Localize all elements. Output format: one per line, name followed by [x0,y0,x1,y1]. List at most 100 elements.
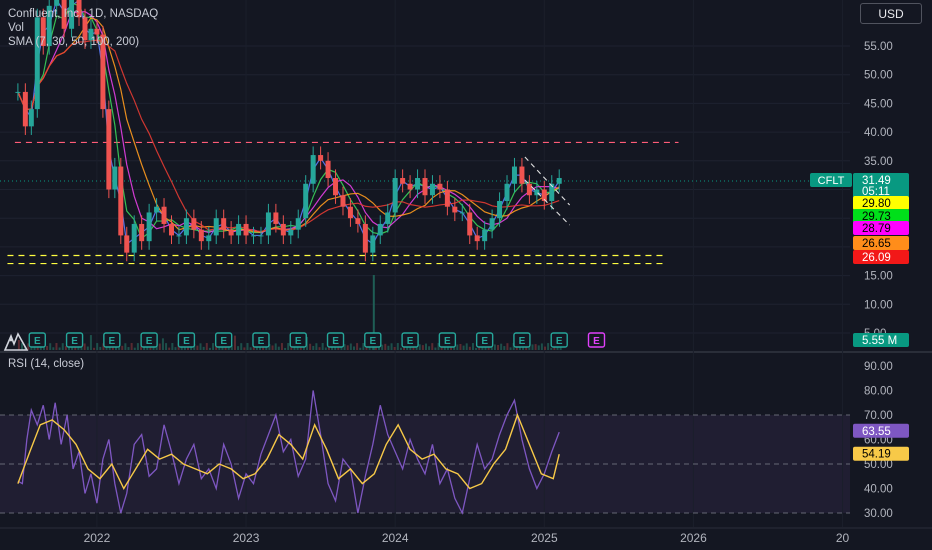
volume-bar [280,343,283,350]
rsi-value-label-text: 63.55 [862,426,891,438]
volume-bar [390,343,393,350]
candle-body[interactable] [198,229,204,242]
volume-bar [503,346,506,350]
volume-indicator-label[interactable]: Vol [8,21,158,35]
volume-bar [550,347,553,350]
candle-body[interactable] [318,155,324,161]
candle-body[interactable] [429,183,435,196]
rsi-axis-tick-label: 80.00 [864,386,893,398]
candle-body[interactable] [325,160,331,179]
chart-canvas[interactable]: 5.0010.0015.0020.0025.0030.0035.0040.004… [0,0,932,550]
candle-body[interactable] [288,229,294,236]
candle-body[interactable] [482,229,488,242]
candle-body[interactable] [131,223,137,253]
volume-bar [324,347,327,350]
candle-body[interactable] [28,109,34,127]
candle-body[interactable] [415,178,421,190]
volume-bar [497,344,500,350]
candle-body[interactable] [258,235,264,237]
candle-body[interactable] [176,235,182,237]
candle-body[interactable] [251,235,257,237]
volume-bar [312,345,315,350]
candle-body[interactable] [377,223,383,236]
price-axis-tick-label: 40.00 [864,127,893,139]
price-axis-tick-label: 45.00 [864,98,893,110]
candle-body[interactable] [213,218,219,236]
candle-body[interactable] [526,183,532,196]
candle-body[interactable] [221,218,227,230]
candle-body[interactable] [355,218,361,224]
candle-body[interactable] [333,178,339,196]
candle-body[interactable] [146,212,152,242]
currency-button[interactable]: USD [860,3,922,24]
candle-body[interactable] [347,206,353,219]
volume-bar [246,343,249,350]
candle-body[interactable] [15,91,21,93]
candle-body[interactable] [183,218,189,236]
candle-body[interactable] [340,195,346,207]
candle-body[interactable] [489,218,495,230]
candle-body[interactable] [511,166,517,184]
candle-body[interactable] [106,109,112,190]
candle-body[interactable] [519,166,525,184]
candle-body[interactable] [556,178,562,184]
volume-bar [493,344,496,350]
candle-body[interactable] [504,183,510,201]
volume-bar [205,343,208,350]
candle-body[interactable] [168,223,174,236]
candle-body[interactable] [370,235,376,253]
candle-body[interactable] [280,223,286,236]
volume-bar [321,343,324,350]
price-axis-label-text: 26.09 [862,252,891,264]
candle-body[interactable] [154,206,160,213]
candle-body[interactable] [467,212,473,236]
candle-body[interactable] [303,183,309,219]
candle-body[interactable] [437,183,443,190]
symbol-price-tag-text: CFLT [818,175,845,187]
rsi-indicator-label[interactable]: RSI (14, close) [8,358,84,370]
candle-body[interactable] [295,218,301,230]
tradingview-logo-icon[interactable] [3,330,29,354]
candle-body[interactable] [392,178,398,213]
candle-body[interactable] [243,223,249,236]
candle-body[interactable] [459,212,465,214]
earnings-marker-label: E [407,336,414,347]
sma-indicator-label[interactable]: SMA (7, 30, 50, 100, 200) [8,35,158,49]
candle-body[interactable] [474,235,480,242]
candle-body[interactable] [385,212,391,224]
earnings-marker-label: E [444,336,451,347]
candle-body[interactable] [112,166,118,190]
candle-body[interactable] [139,223,145,242]
candle-body[interactable] [497,200,503,219]
symbol-title[interactable]: Confluent, Inc., 1D, NASDAQ [8,7,158,21]
volume-bar [315,343,318,350]
candle-body[interactable] [273,212,279,224]
volume-bar [393,346,396,350]
volume-bar [396,343,399,350]
candle-body[interactable] [118,166,124,236]
candle-body[interactable] [400,178,406,184]
candle-body[interactable] [407,183,413,190]
candle-body[interactable] [228,229,234,236]
candle-body[interactable] [265,212,271,236]
candle-body[interactable] [236,223,242,236]
candle-body[interactable] [54,0,60,6]
candle-body[interactable] [452,206,458,213]
candle-body[interactable] [422,178,428,196]
candle-body[interactable] [124,235,130,253]
candle-body[interactable] [444,189,450,207]
volume-bar [537,345,540,350]
rsi-axis-tick-label: 40.00 [864,484,893,496]
candle-body[interactable] [310,155,316,184]
candle-body[interactable] [362,223,368,253]
price-axis-tick-label: 10.00 [864,299,893,311]
candle-body[interactable] [206,235,212,242]
volume-bar [99,346,102,350]
earnings-marker-label: E [109,336,116,347]
volume-bar [456,344,459,350]
candle-body[interactable] [22,91,28,127]
candle-body[interactable] [191,218,197,230]
volume-bar [136,343,139,350]
candle-body[interactable] [161,206,167,224]
volume-bar [58,347,61,350]
